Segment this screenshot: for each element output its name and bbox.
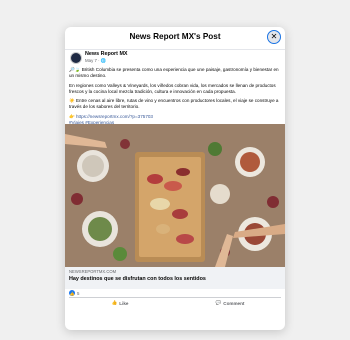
comment-icon: 💬 [215, 300, 222, 305]
post-author[interactable]: News Report MX [85, 51, 128, 57]
post-paragraph: En regiones como Valleys & Vineyards, lo… [69, 82, 276, 94]
post-paragraph: ☀️ Entre cenas al aire libre, rutas de v… [69, 98, 279, 110]
post-photo[interactable] [65, 124, 285, 267]
post-meta: May 7 · 🌐 [85, 58, 106, 64]
modal-title: News Report MX's Post [129, 32, 221, 41]
thumbs-up-icon: 👍 [111, 300, 118, 305]
like-button[interactable]: 👍 Like [65, 298, 175, 308]
modal-header: News Report MX's Post ✕ [65, 27, 285, 50]
post-actions: 👍 Like 💬 Comment [65, 298, 285, 308]
comment-label: Comment [223, 300, 245, 306]
reactions-summary[interactable]: 👍 5 [69, 290, 79, 296]
post-body: 🔎🍃 British Columbia se presenta como una… [69, 67, 281, 126]
like-reaction-icon: 👍 [69, 290, 75, 296]
post-paragraph: 🔎🍃 British Columbia se presenta como una… [69, 67, 279, 79]
close-button[interactable]: ✕ [267, 30, 281, 44]
avatar[interactable] [70, 52, 82, 64]
post-date[interactable]: May 7 · [85, 58, 101, 63]
link-domain: NEWSREPORTMX.COM [69, 269, 117, 274]
comment-button[interactable]: 💬 Comment [175, 298, 285, 308]
reactions-count: 5 [77, 290, 80, 296]
globe-icon: 🌐 [100, 58, 107, 63]
link-title[interactable]: Hay destinos que se disfrutan con todos … [69, 276, 206, 282]
post-modal: News Report MX's Post ✕ News Report MX M… [65, 27, 285, 330]
like-label: Like [119, 300, 129, 306]
close-icon: ✕ [270, 32, 278, 41]
